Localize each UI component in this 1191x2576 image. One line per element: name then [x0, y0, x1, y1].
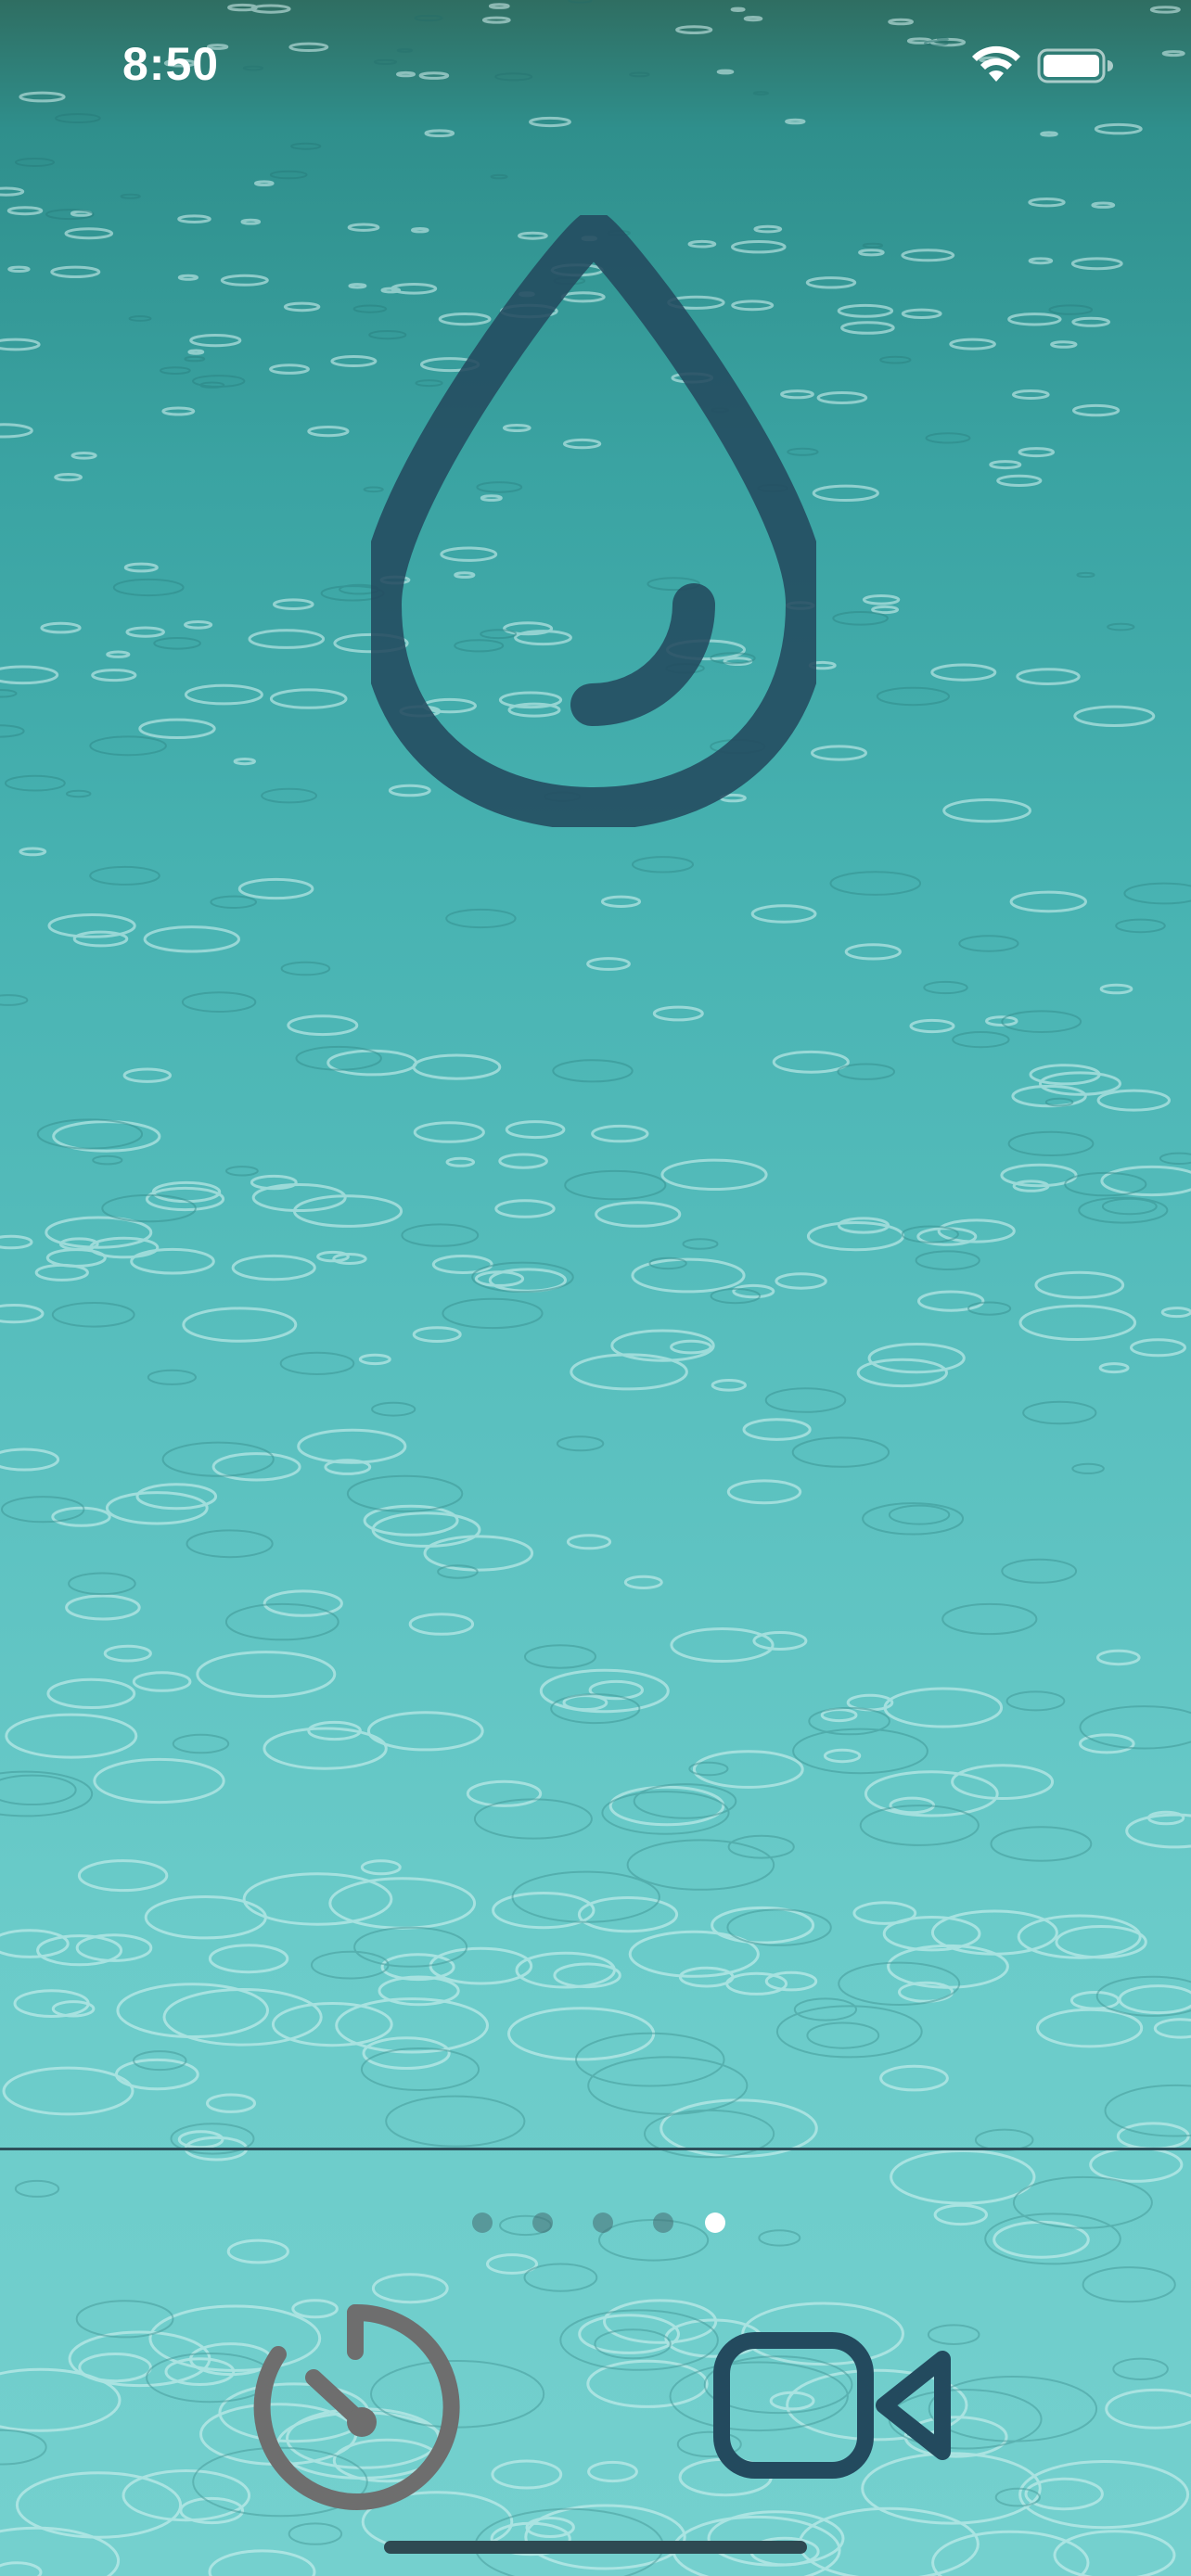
page-dot-5[interactable]: [705, 2213, 725, 2233]
page-dot-2[interactable]: [532, 2213, 553, 2233]
page-dot-4[interactable]: [653, 2213, 673, 2233]
battery-icon: [1037, 48, 1113, 83]
page-dot-1[interactable]: [472, 2213, 493, 2233]
video-button[interactable]: [712, 2331, 955, 2480]
status-time: 8:50: [122, 38, 220, 90]
wifi-icon: [972, 45, 1020, 82]
rain-sound-screen: 8:50: [0, 0, 1191, 2576]
timer-icon: [253, 2303, 460, 2510]
status-bar: 8:50: [0, 0, 1191, 130]
home-indicator[interactable]: [384, 2541, 807, 2554]
water-drop-icon: [371, 215, 816, 827]
page-dot-3[interactable]: [593, 2213, 613, 2233]
page-indicator[interactable]: [0, 2213, 1191, 2235]
video-camera-icon: [713, 2332, 951, 2479]
timer-button[interactable]: [249, 2303, 462, 2517]
tab-divider: [0, 2148, 1191, 2150]
